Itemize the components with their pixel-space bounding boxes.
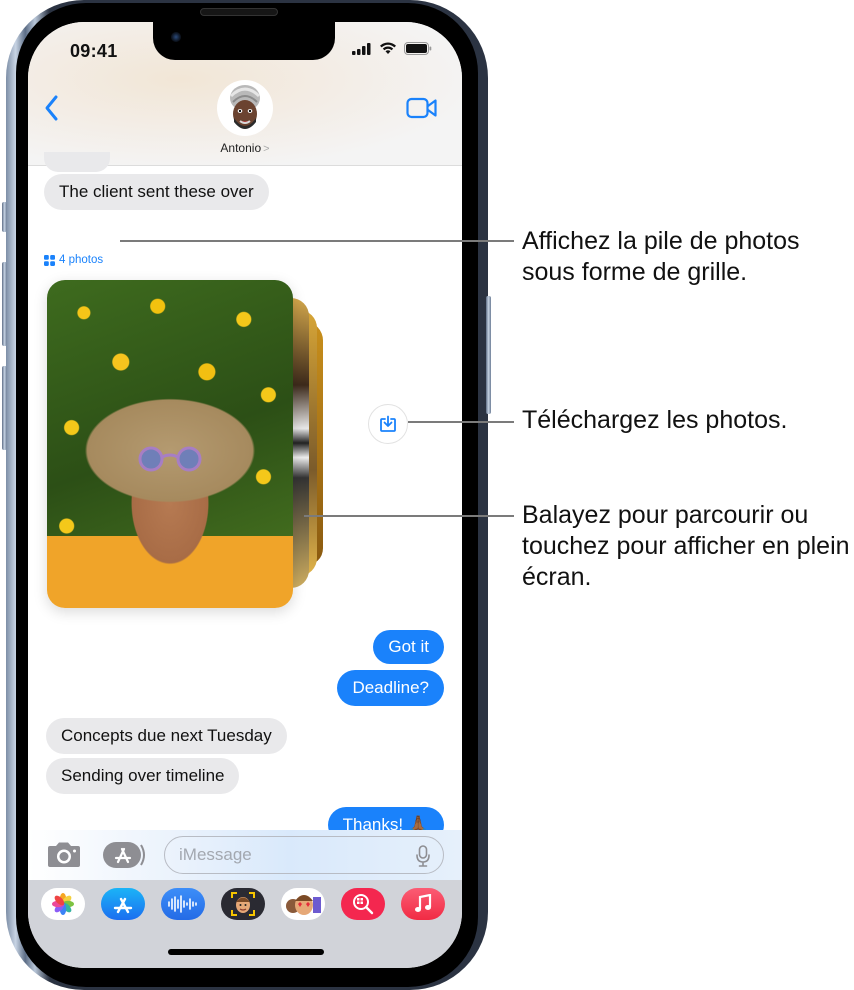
message-bubble-incoming[interactable]: The client sent these over [34,174,269,210]
download-icon [380,415,396,432]
memoji-avatar-icon [229,85,261,129]
volume-down-button [2,366,7,450]
message-bubble-outgoing[interactable]: Deadline? [337,670,454,706]
grid-icon [44,254,55,266]
message-text: Deadline? [352,678,429,697]
app-store-icon [113,897,133,914]
callout-line-swipe [304,515,514,517]
message-list[interactable]: The client sent these over 4 photos Got … [28,152,462,867]
wifi-icon [380,42,396,54]
battery-icon [404,42,432,55]
action-button [2,202,7,232]
sunglasses-detail [138,446,202,472]
notch [153,22,335,60]
contact-avatar[interactable] [217,80,273,136]
audio-waveform-icon [168,895,197,913]
video-camera-icon[interactable] [406,97,438,119]
message-bubble-partial [44,152,110,172]
app-music[interactable] [401,888,445,920]
photo-count-label: 4 photos [59,254,104,266]
app-store[interactable] [101,888,145,920]
message-bubble-incoming[interactable]: Concepts due next Tuesday [46,718,287,754]
app-drawer [28,880,462,968]
microphone-icon[interactable] [416,845,430,867]
compose-bar [28,830,462,880]
contact-name-label: Antonio [220,141,262,155]
message-text: Sending over timeline [61,766,225,785]
memoji-stickers-icon [286,895,321,915]
message-bubble-incoming[interactable]: Sending over timeline [35,758,240,794]
message-text: The client sent these over [59,182,254,201]
message-text: Got it [388,637,429,656]
callout-line-download [408,421,514,423]
status-time: 09:41 [70,41,118,61]
apps-button-icon[interactable] [103,842,147,868]
photos-icon [52,893,74,915]
camera-icon[interactable] [46,842,82,868]
callout-download: Téléchargez les photos. [522,406,788,434]
app-images-search[interactable] [341,888,385,920]
message-bubble-outgoing[interactable]: Got it [373,630,444,664]
status-icons [352,42,432,55]
photo-stack[interactable] [47,280,323,610]
home-indicator[interactable] [168,949,324,955]
music-icon [415,894,432,912]
app-memoji-stickers[interactable] [281,888,325,920]
callout-line-grid [120,240,514,242]
callout-grid: Affichez la pile de photos sous forme de… [522,227,800,286]
image-search-icon [353,894,374,915]
download-photos-button[interactable] [368,404,408,444]
side-button [486,296,491,414]
imessage-input[interactable] [164,836,444,874]
callout-swipe: Balayez pour parcourir ou touchez pour a… [522,501,850,591]
app-audio[interactable] [161,888,205,920]
chevron-left-icon[interactable] [42,94,62,122]
screen: 09:41 Antonio > The client sent these ov… [28,22,462,968]
cellular-signal-icon [352,42,371,55]
chevron-right-icon: > [263,143,270,155]
photo-card-1[interactable] [47,280,293,608]
front-camera [171,32,181,42]
earpiece-speaker [200,8,278,16]
memoji-camera-icon [231,892,255,916]
app-photos[interactable] [41,888,85,920]
volume-up-button [2,262,7,346]
photo-grid-link[interactable]: 4 photos [44,254,103,266]
message-text: Concepts due next Tuesday [61,726,272,745]
app-memoji-camera[interactable] [221,888,265,920]
